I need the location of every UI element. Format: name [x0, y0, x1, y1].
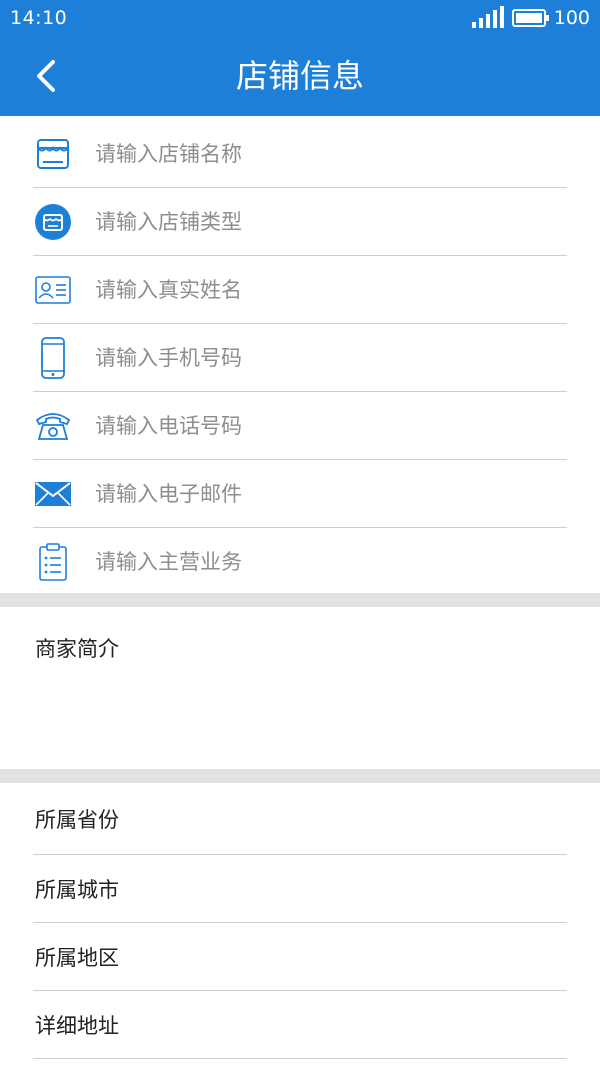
merchant-intro-label: 商家简介 — [35, 637, 119, 661]
main-business-row — [33, 528, 567, 596]
merchant-intro-textarea[interactable] — [35, 671, 565, 761]
detail-address-field[interactable]: 详细地址 — [33, 991, 567, 1059]
signal-icon — [471, 6, 504, 28]
store-info-form — [0, 120, 600, 596]
page-title: 店铺信息 — [235, 57, 364, 95]
back-button[interactable] — [24, 54, 68, 98]
store-type-row — [33, 188, 567, 256]
envelope-icon — [33, 474, 73, 514]
section-divider — [0, 769, 600, 783]
telephone-icon — [33, 406, 73, 446]
real-name-row — [33, 256, 567, 324]
city-selector[interactable]: 所属城市 — [33, 855, 567, 923]
store-type-input[interactable] — [95, 209, 535, 234]
mobile-input[interactable] — [95, 345, 535, 370]
chevron-left-icon — [37, 60, 55, 92]
telephone-row — [33, 392, 567, 460]
email-row — [33, 460, 567, 528]
battery-level: 100 — [553, 7, 590, 29]
district-label: 所属地区 — [35, 945, 119, 970]
detail-address-label: 详细地址 — [35, 1013, 119, 1038]
merchant-intro-section: 商家简介 — [0, 607, 600, 769]
address-list: 所属省份 所属城市 所属地区 详细地址 — [0, 783, 600, 1059]
store-type-icon — [33, 202, 73, 242]
section-divider — [0, 593, 600, 607]
mobile-phone-icon — [33, 336, 73, 379]
clipboard-list-icon — [33, 542, 73, 582]
store-icon — [33, 134, 73, 174]
real-name-input[interactable] — [95, 277, 535, 302]
nav-bar: 店铺信息 — [0, 36, 600, 116]
city-label: 所属城市 — [35, 877, 119, 902]
store-name-input[interactable] — [95, 141, 535, 166]
id-card-icon — [33, 270, 73, 310]
email-input[interactable] — [95, 481, 535, 506]
district-selector[interactable]: 所属地区 — [33, 923, 567, 991]
mobile-row — [33, 324, 567, 392]
telephone-input[interactable] — [95, 413, 535, 438]
status-time: 14:10 — [10, 7, 68, 29]
province-label: 所属省份 — [35, 807, 119, 832]
status-bar: 14:10 100 — [0, 0, 600, 36]
province-selector[interactable]: 所属省份 — [33, 783, 567, 855]
main-business-input[interactable] — [95, 550, 535, 574]
battery-icon — [511, 9, 549, 27]
store-name-row — [33, 120, 567, 188]
status-indicators: 100 — [471, 6, 590, 29]
